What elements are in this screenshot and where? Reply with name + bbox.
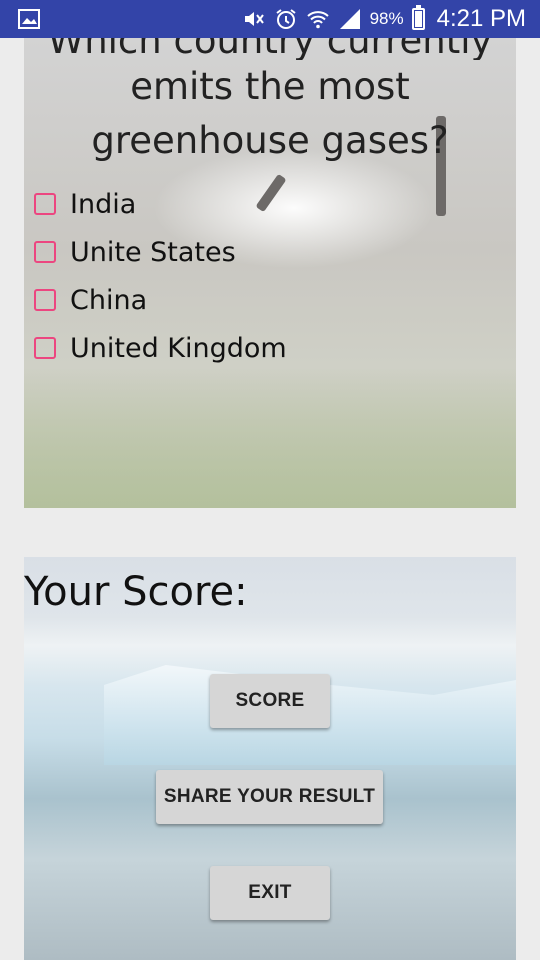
option-china[interactable]: China (34, 276, 287, 324)
score-card: Your Score: SCORE SHARE YOUR RESULT EXIT (24, 557, 516, 960)
exit-button[interactable]: EXIT (210, 866, 330, 920)
checkbox[interactable] (34, 193, 56, 215)
clock: 4:21 PM (436, 5, 526, 32)
battery-icon (411, 5, 425, 30)
status-bar: 98% 4:21 PM (0, 0, 540, 38)
battery-percent: 98% (369, 9, 404, 28)
image-icon (18, 9, 40, 29)
question-text: Which country currently emits the most g… (24, 38, 516, 168)
question-line-main: emits the most greenhouse gases? (91, 65, 449, 162)
option-unite-states[interactable]: Unite States (34, 228, 287, 276)
alarm-icon (275, 9, 296, 29)
option-united-kingdom[interactable]: United Kingdom (34, 324, 287, 372)
option-label: India (70, 188, 137, 220)
checkbox[interactable] (34, 241, 56, 263)
checkbox[interactable] (34, 289, 56, 311)
option-india[interactable]: India (34, 180, 287, 228)
mute-icon (244, 12, 264, 26)
signal-icon (339, 9, 360, 29)
options-list: India Unite States China United Kingdom (34, 180, 287, 372)
wifi-icon (306, 11, 329, 29)
option-label: Unite States (70, 236, 236, 268)
share-result-button[interactable]: SHARE YOUR RESULT (156, 770, 383, 824)
question-line-partial: Which country currently (47, 38, 493, 60)
score-title: Your Score: (24, 569, 248, 615)
option-label: China (70, 284, 148, 316)
question-card: Which country currently emits the most g… (24, 38, 516, 508)
option-label: United Kingdom (70, 332, 287, 364)
checkbox[interactable] (34, 337, 56, 359)
score-button[interactable]: SCORE (210, 674, 330, 728)
background-photo (24, 368, 516, 508)
